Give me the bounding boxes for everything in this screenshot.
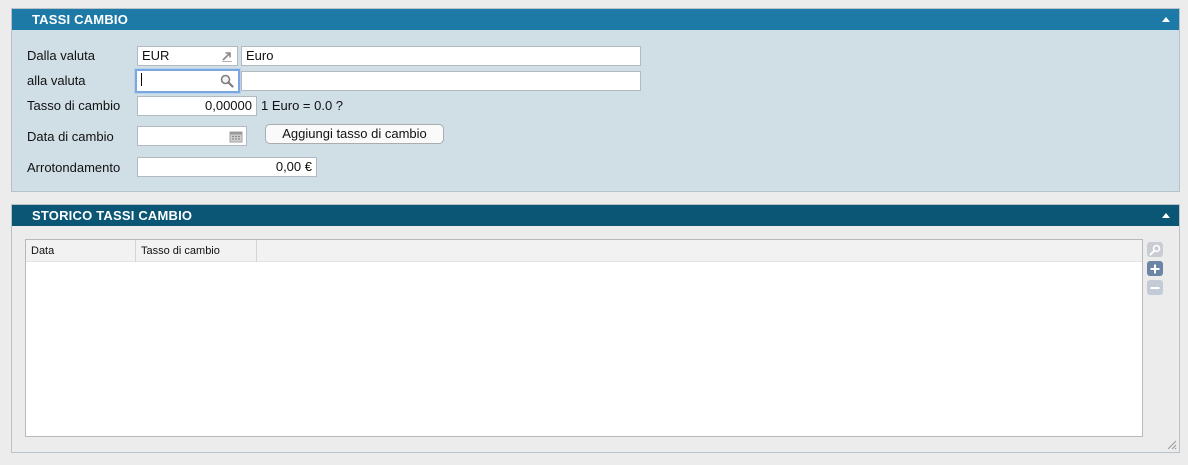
column-header-data[interactable]: Data <box>26 240 136 262</box>
search-icon[interactable] <box>220 74 234 88</box>
dalla-valuta-label: Dalla valuta <box>27 48 95 63</box>
add-row-button[interactable] <box>1147 261 1163 276</box>
storico-tassi-title: STORICO TASSI CAMBIO <box>32 208 193 223</box>
open-link-icon[interactable] <box>220 49 234 63</box>
dalla-valuta-code: EUR <box>142 48 170 63</box>
tasso-hint: 1 Euro = 0.0 ? <box>261 98 344 113</box>
alla-valuta-name-field[interactable] <box>241 71 641 91</box>
tasso-di-cambio-value: 0,00000 <box>205 98 252 113</box>
tassi-cambio-header: TASSI CAMBIO <box>12 9 1179 30</box>
data-di-cambio-field[interactable] <box>137 126 247 146</box>
tasso-di-cambio-label: Tasso di cambio <box>27 98 121 113</box>
storico-tassi-header: STORICO TASSI CAMBIO <box>12 205 1179 226</box>
arrotondamento-field[interactable]: 0,00 € <box>137 157 317 177</box>
storico-tassi-panel: STORICO TASSI CAMBIO Data Tasso di cambi… <box>11 204 1180 453</box>
minus-icon <box>1150 286 1160 289</box>
collapse-up-icon[interactable] <box>1162 213 1170 218</box>
data-di-cambio-label: Data di cambio <box>27 129 114 144</box>
text-caret <box>141 73 142 87</box>
aggiungi-tasso-button[interactable]: Aggiungi tasso di cambio <box>265 124 444 144</box>
calendar-icon[interactable] <box>229 130 243 144</box>
resize-grip-icon[interactable] <box>1165 438 1177 450</box>
alla-valuta-label: alla valuta <box>27 73 86 88</box>
tassi-cambio-title: TASSI CAMBIO <box>32 12 129 27</box>
alla-valuta-code-field[interactable] <box>135 69 240 93</box>
column-header-tasso[interactable]: Tasso di cambio <box>136 240 257 262</box>
dalla-valuta-name-field[interactable]: Euro <box>241 46 641 66</box>
tasso-di-cambio-field[interactable]: 0,00000 <box>137 96 257 116</box>
tassi-cambio-panel: TASSI CAMBIO Dalla valuta EUR Euro alla … <box>11 8 1180 192</box>
arrotondamento-value: 0,00 € <box>275 159 312 174</box>
search-tool-icon <box>1149 244 1161 255</box>
storico-table: Data Tasso di cambio <box>25 239 1143 437</box>
dalla-valuta-code-field[interactable]: EUR <box>137 46 238 66</box>
search-tool-button[interactable] <box>1147 242 1163 257</box>
table-header: Data Tasso di cambio <box>26 240 1142 262</box>
arrotondamento-label: Arrotondamento <box>27 160 121 175</box>
plus-icon <box>1150 264 1160 273</box>
dalla-valuta-name: Euro <box>246 48 274 63</box>
remove-row-button[interactable] <box>1147 280 1163 295</box>
collapse-up-icon[interactable] <box>1162 17 1170 22</box>
